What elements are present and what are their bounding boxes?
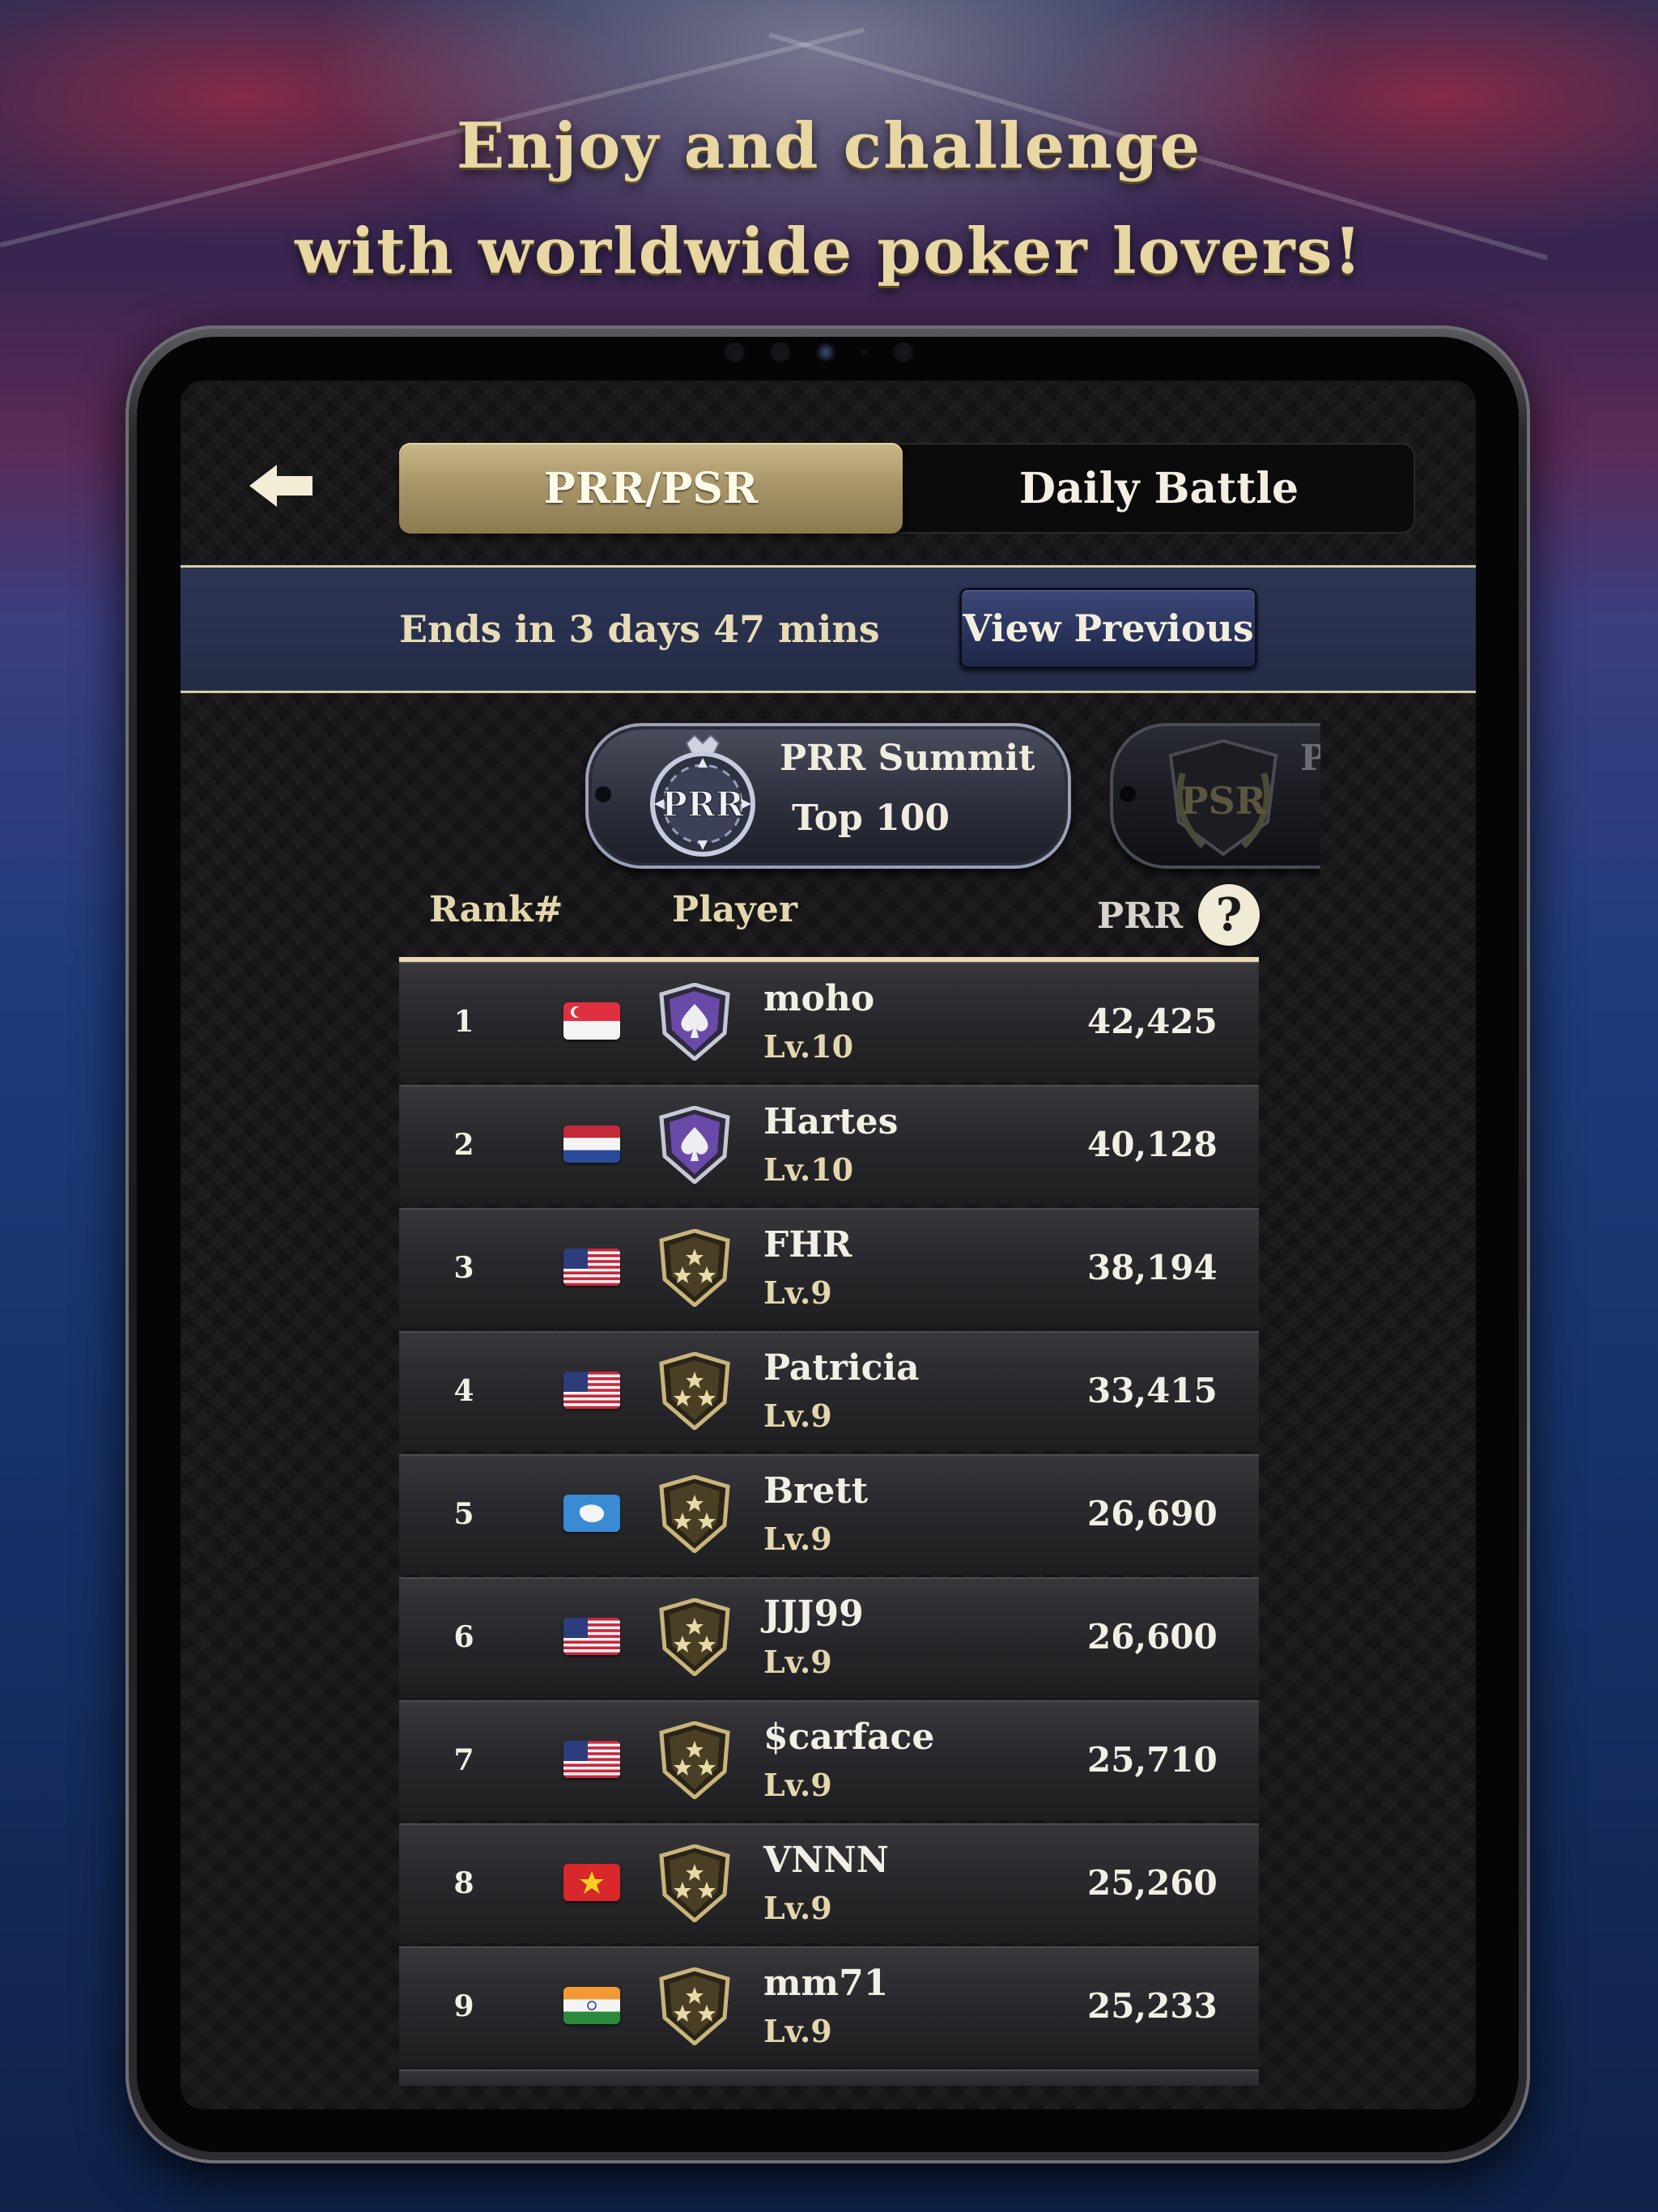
netherlands-flag-icon <box>563 1125 620 1163</box>
player-level: Lv.9 <box>763 1274 832 1311</box>
view-previous-button[interactable]: View Previous <box>959 588 1257 669</box>
player-level: Lv.9 <box>763 1397 832 1434</box>
player-name: JJJ99 <box>763 1593 864 1635</box>
prr-chip-label: PRR <box>661 785 744 824</box>
column-header-player: Player <box>672 889 798 930</box>
promo-headline-line2: with worldwide poker lovers! <box>295 215 1363 288</box>
tablet-camera-array <box>725 342 914 363</box>
three-star-shield-icon <box>658 1844 731 1924</box>
singapore-flag-icon <box>563 1002 620 1040</box>
rank-number: 5 <box>453 1497 474 1531</box>
three-star-shield-icon <box>658 1721 731 1801</box>
three-star-shield-icon <box>658 1967 731 2047</box>
three-star-shield-icon <box>658 1474 731 1555</box>
player-name: mm71 <box>763 1963 889 2004</box>
tab-daily-battle[interactable]: Daily Battle <box>903 443 1415 534</box>
psr-laurel-icon: PSR <box>1168 738 1278 857</box>
ranking-table: 1 moho Lv.10 42,425 2 Hartes Lv.10 40,12… <box>399 962 1259 2086</box>
help-button[interactable]: ? <box>1198 884 1260 946</box>
season-countdown-bar: Ends in 3 days 47 mins View Previous <box>181 565 1476 693</box>
back-arrow-icon <box>249 465 312 507</box>
psr-badge-label: PSR <box>1180 779 1267 823</box>
rank-number: 4 <box>453 1374 474 1408</box>
tab-prr-psr[interactable]: PRR/PSR <box>399 443 903 534</box>
vietnam-flag-icon <box>563 1864 620 1901</box>
sensor-icon <box>770 342 791 363</box>
player-name: Hartes <box>763 1101 899 1142</box>
player-score: 40,128 <box>1087 1125 1218 1164</box>
column-header-prr: PRR <box>1097 895 1184 937</box>
summit-subtitle: Top 100 <box>792 798 950 839</box>
table-row[interactable]: 2 Hartes Lv.10 40,128 <box>399 1085 1259 1205</box>
player-score: 26,600 <box>1087 1617 1218 1657</box>
player-name: Patricia <box>763 1347 920 1389</box>
psr-summit-plate: PSR P <box>1110 723 1320 869</box>
table-row[interactable]: 7 $carface Lv.9 25,710 <box>399 1700 1259 1820</box>
spade-shield-icon <box>658 982 731 1062</box>
three-star-shield-icon <box>658 1228 731 1308</box>
player-level: Lv.10 <box>763 1151 854 1188</box>
table-row[interactable]: 5 Brett Lv.9 26,690 <box>399 1454 1259 1574</box>
rank-number: 6 <box>453 1620 474 1654</box>
badge-rivet <box>595 786 611 802</box>
rank-number: 9 <box>453 1989 474 2023</box>
usa-flag-icon <box>563 1249 620 1286</box>
prr-summit-selector[interactable]: PRR PRR Summit Top 100 <box>585 723 1071 869</box>
prr-chip-icon: PRR <box>650 735 755 857</box>
table-row[interactable]: 8 VNNN Lv.9 25,260 <box>399 1823 1259 1943</box>
player-level: Lv.10 <box>763 1028 854 1065</box>
table-row[interactable]: 3 FHR Lv.9 38,194 <box>399 1208 1259 1328</box>
sensor-icon <box>861 348 869 356</box>
antarctica-flag-icon <box>563 1495 620 1532</box>
promo-headline-line1: Enjoy and challenge <box>456 109 1202 183</box>
player-score: 25,260 <box>1087 1863 1218 1903</box>
player-score: 25,710 <box>1087 1740 1218 1780</box>
ranking-tab-bar: PRR/PSR Daily Battle <box>399 443 1415 534</box>
sensor-icon <box>893 342 914 363</box>
rank-number: 3 <box>453 1251 474 1285</box>
player-name: VNNN <box>763 1840 889 1881</box>
table-row[interactable]: 6 JJJ99 Lv.9 26,600 <box>399 1577 1259 1697</box>
back-button[interactable] <box>249 462 314 510</box>
summit-title: P <box>1300 738 1320 779</box>
player-level: Lv.9 <box>763 1521 832 1557</box>
badge-rivet <box>1120 786 1136 802</box>
table-row-partial <box>399 2069 1259 2086</box>
rank-number: 8 <box>453 1866 474 1900</box>
player-name: FHR <box>763 1224 852 1266</box>
app-screen: PRR/PSR Daily Battle Ends in 3 days 47 m… <box>181 381 1476 2109</box>
spade-shield-icon <box>658 1105 731 1185</box>
player-name: moho <box>763 978 875 1019</box>
rank-number: 2 <box>453 1128 474 1162</box>
psr-summit-selector[interactable]: PSR P <box>1110 723 1320 877</box>
india-flag-icon <box>563 1987 620 2024</box>
camera-lens-icon <box>815 342 836 363</box>
sensor-icon <box>725 342 746 363</box>
three-star-shield-icon <box>658 1597 731 1678</box>
three-star-shield-icon <box>658 1351 731 1431</box>
player-level: Lv.9 <box>763 2013 832 2049</box>
summit-title: PRR Summit <box>780 738 1035 779</box>
player-level: Lv.9 <box>763 1890 832 1926</box>
rank-number: 1 <box>453 1005 474 1039</box>
player-name: Brett <box>763 1470 869 1512</box>
player-level: Lv.9 <box>763 1767 832 1803</box>
table-row[interactable]: 4 Patricia Lv.9 33,415 <box>399 1331 1259 1451</box>
usa-flag-icon <box>563 1372 620 1409</box>
player-score: 38,194 <box>1087 1248 1218 1287</box>
table-row[interactable]: 1 moho Lv.10 42,425 <box>399 962 1259 1082</box>
player-level: Lv.9 <box>763 1644 832 1680</box>
player-score: 42,425 <box>1087 1002 1218 1041</box>
rank-number: 7 <box>453 1743 474 1777</box>
column-header-rank: Rank# <box>429 889 563 930</box>
player-score: 26,690 <box>1087 1494 1218 1534</box>
player-score: 33,415 <box>1087 1371 1218 1410</box>
player-score: 25,233 <box>1087 1986 1218 2026</box>
countdown-text: Ends in 3 days 47 mins <box>399 607 880 651</box>
usa-flag-icon <box>563 1618 620 1655</box>
table-row[interactable]: 9 mm71 Lv.9 25,233 <box>399 1946 1259 2066</box>
player-name: $carface <box>763 1716 935 1758</box>
usa-flag-icon <box>563 1741 620 1778</box>
